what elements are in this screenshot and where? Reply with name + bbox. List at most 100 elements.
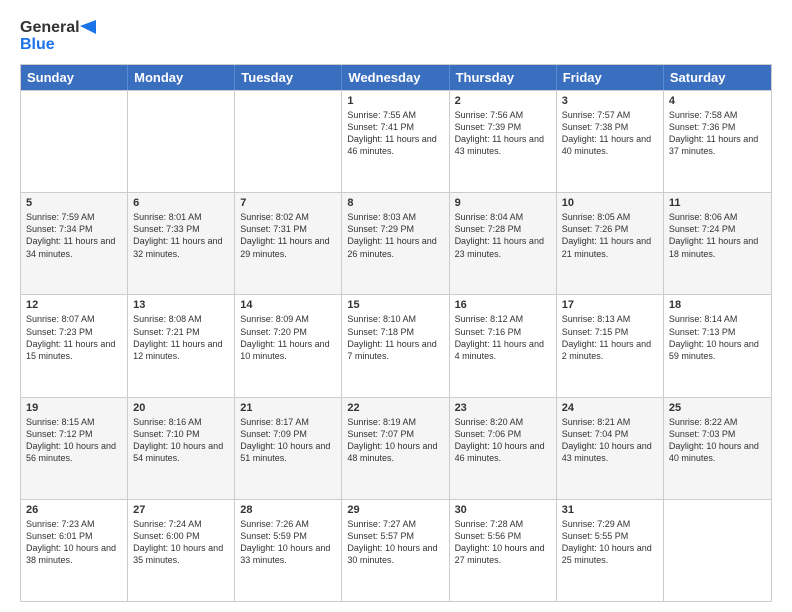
daylight-text: Daylight: 11 hours and 43 minutes. [455,134,544,156]
day-number: 29 [347,504,443,516]
sunrise-text: Sunrise: 8:14 AM [669,314,738,324]
day-cell-28: 28Sunrise: 7:26 AMSunset: 5:59 PMDayligh… [235,500,342,601]
sunset-text: Sunset: 7:29 PM [347,224,414,234]
sunrise-text: Sunrise: 7:55 AM [347,110,416,120]
sunset-text: Sunset: 7:03 PM [669,429,736,439]
week-row-4: 19 Sunrise: 8:15 AM Sunset: 7:12 PM Dayligh… [21,397,771,499]
sunrise-text: Sunrise: 8:05 AM [562,212,631,222]
sunrise-text: Sunrise: 8:19 AM [347,417,416,427]
daylight-text: Daylight: 11 hours and 21 minutes. [562,236,651,258]
sunset-text: Sunset: 5:55 PM [562,531,629,541]
day-info: Sunrise: 7:29 AM Sunset: 5:55 PM Daylight:… [562,518,658,567]
week-row-2: 5Sunrise: 7:59 AMSunset: 7:34 PMDaylight… [21,192,771,294]
day-info: Sunrise: 8:07 AMSunset: 7:23 PMDaylight:… [26,313,122,362]
day-cell-30: 30Sunrise: 7:28 AMSunset: 5:56 PMDayligh… [450,500,557,601]
day-info: Sunrise: 8:21 AMSunset: 7:04 PMDaylight:… [562,416,658,465]
sunrise-text: Sunrise: 7:57 AM [562,110,631,120]
day-header-tuesday: Tuesday [235,65,342,90]
day-number: 19 [26,402,122,414]
day-header-friday: Friday [557,65,664,90]
calendar-body: 1Sunrise: 7:55 AMSunset: 7:41 PMDaylight… [21,90,771,601]
day-info: Sunrise: 8:06 AMSunset: 7:24 PMDaylight:… [669,211,766,260]
sunset-text: Sunset: 7:18 PM [347,327,414,337]
sunset-text: Sunset: 7:15 PM [562,327,629,337]
week-row-1: 1Sunrise: 7:55 AMSunset: 7:41 PMDaylight… [21,90,771,192]
sunset-text: Sunset: 7:20 PM [240,327,307,337]
svg-text:Blue: Blue [20,36,55,53]
svg-text:General: General [20,19,80,36]
day-cell-27: 27Sunrise: 7:24 AMSunset: 6:00 PMDayligh… [128,500,235,601]
day-info: Sunrise: 8:01 AMSunset: 7:33 PMDaylight:… [133,211,229,260]
empty-cell [664,500,771,601]
day-info: Sunrise: 8:08 AMSunset: 7:21 PMDaylight:… [133,313,229,362]
sunrise-text: Sunrise: 8:15 AM [26,417,95,427]
day-number: 16 [455,299,551,311]
day-cell-11: 11Sunrise: 8:06 AMSunset: 7:24 PMDayligh… [664,193,771,294]
sunrise-text: Sunrise: 7:58 AM [669,110,738,120]
calendar: SundayMondayTuesdayWednesdayThursdayFrid… [20,64,772,602]
sunset-text: Sunset: 7:41 PM [347,122,414,132]
day-info: Sunrise: 7:27 AMSunset: 5:57 PMDaylight:… [347,518,443,567]
daylight-text: Daylight: 10 hours and 38 minutes. [26,543,116,565]
day-info: Sunrise: 8:12 AMSunset: 7:16 PMDaylight:… [455,313,551,362]
day-cell-8: 8Sunrise: 8:03 AMSunset: 7:29 PMDaylight… [342,193,449,294]
day-info: Sunrise: 7:26 AMSunset: 5:59 PMDaylight:… [240,518,336,567]
day-number: 25 [669,402,766,414]
daylight-text: Daylight: 10 hours and 33 minutes. [240,543,330,565]
day-info: Sunrise: 7:24 AMSunset: 6:00 PMDaylight:… [133,518,229,567]
day-number: 12 [26,299,122,311]
day-info: Sunrise: 8:10 AMSunset: 7:18 PMDaylight:… [347,313,443,362]
daylight-text: Daylight: 10 hours and 54 minutes. [133,441,223,463]
sunset-text: Sunset: 5:57 PM [347,531,414,541]
day-header-saturday: Saturday [664,65,771,90]
day-number: 10 [562,197,658,209]
sunrise-text: Sunrise: 8:04 AM [455,212,524,222]
day-info: Sunrise: 7:56 AM Sunset: 7:39 PM Daylight:… [455,109,551,158]
day-info: Sunrise: 8:15 AMSunset: 7:12 PMDaylight:… [26,416,122,465]
sunset-text: Sunset: 5:56 PM [455,531,522,541]
day-number: 17 [562,299,658,311]
daylight-text: Daylight: 11 hours and 34 minutes. [26,236,115,258]
sunset-text: Sunset: 7:23 PM [26,327,93,337]
calendar-header: SundayMondayTuesdayWednesdayThursdayFrid… [21,65,771,90]
sunrise-text: Sunrise: 8:21 AM [562,417,631,427]
day-number: 14 [240,299,336,311]
daylight-text: Daylight: 11 hours and 29 minutes. [240,236,329,258]
sunrise-text: Sunrise: 8:09 AM [240,314,309,324]
daylight-text: Daylight: 10 hours and 51 minutes. [240,441,330,463]
day-cell-20: 20Sunrise: 8:16 AMSunset: 7:10 PMDayligh… [128,398,235,499]
sunrise-text: Sunrise: 7:29 AM [562,519,631,529]
sunrise-text: Sunrise: 7:24 AM [133,519,202,529]
sunrise-text: Sunrise: 8:22 AM [669,417,738,427]
day-number: 5 [26,197,122,209]
sunset-text: Sunset: 7:39 PM [455,122,522,132]
day-number: 4 [669,95,766,107]
sunrise-text: Sunrise: 8:08 AM [133,314,202,324]
day-number: 2 [455,95,551,107]
day-info: Sunrise: 8:17 AMSunset: 7:09 PMDaylight:… [240,416,336,465]
day-number: 30 [455,504,551,516]
sunrise-text: Sunrise: 7:59 AM [26,212,95,222]
day-number: 3 [562,95,658,107]
day-number: 15 [347,299,443,311]
daylight-text: Daylight: 10 hours and 25 minutes. [562,543,652,565]
day-number: 8 [347,197,443,209]
sunrise-text: Sunrise: 7:56 AM [455,110,524,120]
daylight-text: Daylight: 11 hours and 40 minutes. [562,134,651,156]
daylight-text: Daylight: 11 hours and 10 minutes. [240,339,329,361]
sunset-text: Sunset: 7:12 PM [26,429,93,439]
day-info: Sunrise: 8:02 AMSunset: 7:31 PMDaylight:… [240,211,336,260]
day-cell-25: 25Sunrise: 8:22 AMSunset: 7:03 PMDayligh… [664,398,771,499]
sunrise-text: Sunrise: 7:26 AM [240,519,309,529]
header: GeneralBlue [20,16,772,54]
day-number: 13 [133,299,229,311]
sunset-text: Sunset: 6:00 PM [133,531,200,541]
daylight-text: Daylight: 11 hours and 2 minutes. [562,339,651,361]
day-number: 6 [133,197,229,209]
day-cell-13: 13 Sunrise: 8:08 AMSunset: 7:21 PMDayligh… [128,295,235,396]
day-cell-1: 1Sunrise: 7:55 AMSunset: 7:41 PMDaylight… [342,91,449,192]
sunset-text: Sunset: 7:28 PM [455,224,522,234]
day-cell-22: 22Sunrise: 8:19 AMSunset: 7:07 PMDayligh… [342,398,449,499]
day-cell-10: 10Sunrise: 8:05 AMSunset: 7:26 PMDayligh… [557,193,664,294]
daylight-text: Daylight: 11 hours and 18 minutes. [669,236,758,258]
